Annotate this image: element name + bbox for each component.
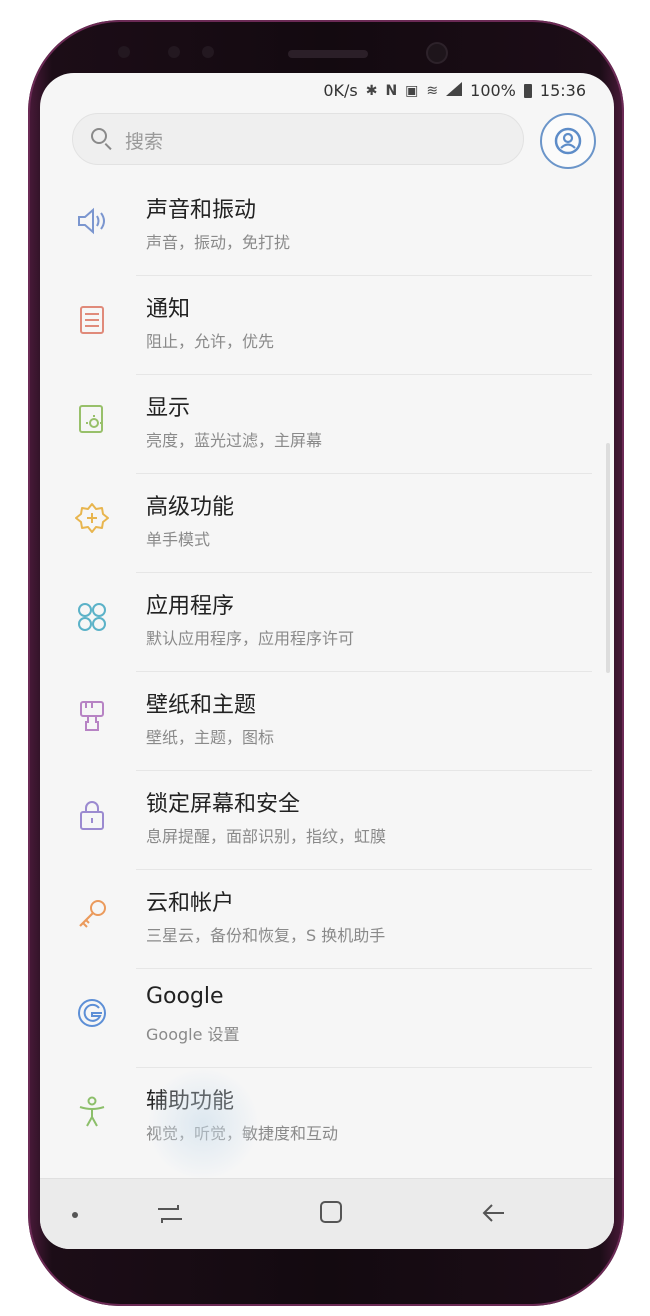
settings-item-wallpapers-themes[interactable]: 壁纸和主题 壁纸，主题，图标: [40, 672, 614, 771]
nav-indicator-dot: [72, 1212, 78, 1218]
settings-item-cloud-accounts[interactable]: 云和帐户 三星云，备份和恢复，S 换机助手: [40, 870, 614, 969]
proximity-sensor: [118, 46, 130, 58]
advanced-features-icon: [75, 503, 109, 533]
settings-item-google[interactable]: Google Google 设置: [40, 969, 614, 1068]
settings-item-title: Google: [146, 984, 224, 1009]
battery-icon: [523, 83, 532, 98]
bluetooth-icon: ✱: [365, 82, 378, 99]
display-icon: [79, 405, 103, 433]
accessibility-icon: [79, 1096, 105, 1127]
settings-item-sounds[interactable]: 声音和振动 声音，振动，免打扰: [40, 177, 614, 276]
settings-item-title: 壁纸和主题: [146, 693, 257, 718]
settings-item-lock-screen-security[interactable]: 锁定屏幕和安全 息屏提醒，面部识别，指纹，虹膜: [40, 771, 614, 870]
navigation-bar: [40, 1178, 614, 1249]
back-icon[interactable]: [478, 1197, 510, 1229]
search-input[interactable]: 搜索: [72, 113, 524, 165]
settings-item-title: 显示: [146, 396, 191, 421]
settings-item-subtitle: 阻止，允许，优先: [146, 332, 275, 351]
settings-item-subtitle: 默认应用程序，应用程序许可: [146, 629, 355, 648]
scrollbar[interactable]: [606, 443, 610, 673]
battery-percent: 100%: [470, 81, 516, 100]
search-placeholder: 搜索: [125, 131, 164, 153]
settings-item-subtitle: 壁纸，主题，图标: [146, 728, 275, 747]
settings-item-subtitle: 息屏提醒，面部识别，指纹，虹膜: [146, 827, 387, 846]
settings-item-subtitle: 声音，振动，免打扰: [146, 233, 291, 252]
front-camera: [428, 44, 446, 62]
clock: 15:36: [539, 81, 586, 100]
settings-item-subtitle: 亮度，蓝光过滤，主屏幕: [146, 431, 323, 450]
wifi-icon: ≋: [426, 82, 439, 99]
settings-item-title: 通知: [146, 297, 191, 322]
settings-item-notifications[interactable]: 通知 阻止，允许，优先: [40, 276, 614, 375]
signal-icon: [446, 81, 463, 100]
home-icon[interactable]: [316, 1197, 346, 1227]
settings-item-title: 声音和振动: [146, 198, 257, 223]
lock-icon: [80, 801, 104, 830]
settings-screen: 0K/s ✱ N ▣ ≋ 100% 15:36 搜索 声音和振动 声音，振动，免…: [40, 73, 614, 1249]
apps-icon: [78, 603, 106, 631]
network-speed: 0K/s: [323, 81, 358, 100]
google-icon: [78, 999, 106, 1027]
settings-list: 声音和振动 声音，振动，免打扰 通知 阻止，允许，优先 显示 亮度，蓝光过滤，主…: [40, 177, 614, 1167]
settings-item-title: 高级功能: [146, 495, 235, 520]
wallpaper-brush-icon: [80, 701, 104, 731]
key-icon: [79, 900, 106, 928]
volume-icon: [78, 207, 105, 235]
touch-ripple: [148, 1069, 258, 1179]
sim-icon: ▣: [405, 82, 419, 99]
settings-item-apps[interactable]: 应用程序 默认应用程序，应用程序许可: [40, 573, 614, 672]
user-icon: [554, 127, 582, 155]
search-icon: [91, 128, 107, 144]
settings-item-title: 云和帐户: [146, 891, 235, 916]
settings-item-subtitle: 三星云，备份和恢复，S 换机助手: [146, 926, 386, 945]
iris-sensor: [202, 46, 214, 58]
settings-item-title: 锁定屏幕和安全: [146, 792, 301, 817]
settings-item-advanced-features[interactable]: 高级功能 单手模式: [40, 474, 614, 573]
settings-item-subtitle: 单手模式: [146, 530, 211, 549]
settings-item-accessibility[interactable]: 辅助功能 视觉，听觉，敏捷度和互动: [40, 1068, 614, 1167]
status-bar: 0K/s ✱ N ▣ ≋ 100% 15:36: [40, 73, 614, 109]
notification-icon: [80, 306, 104, 334]
account-button[interactable]: [540, 113, 596, 169]
settings-item-subtitle: Google 设置: [146, 1025, 240, 1044]
nfc-icon: N: [385, 82, 398, 99]
earpiece-speaker: [288, 50, 368, 58]
settings-item-title: 应用程序: [146, 594, 235, 619]
settings-item-display[interactable]: 显示 亮度，蓝光过滤，主屏幕: [40, 375, 614, 474]
recent-apps-icon[interactable]: [152, 1199, 188, 1229]
light-sensor: [168, 46, 180, 58]
